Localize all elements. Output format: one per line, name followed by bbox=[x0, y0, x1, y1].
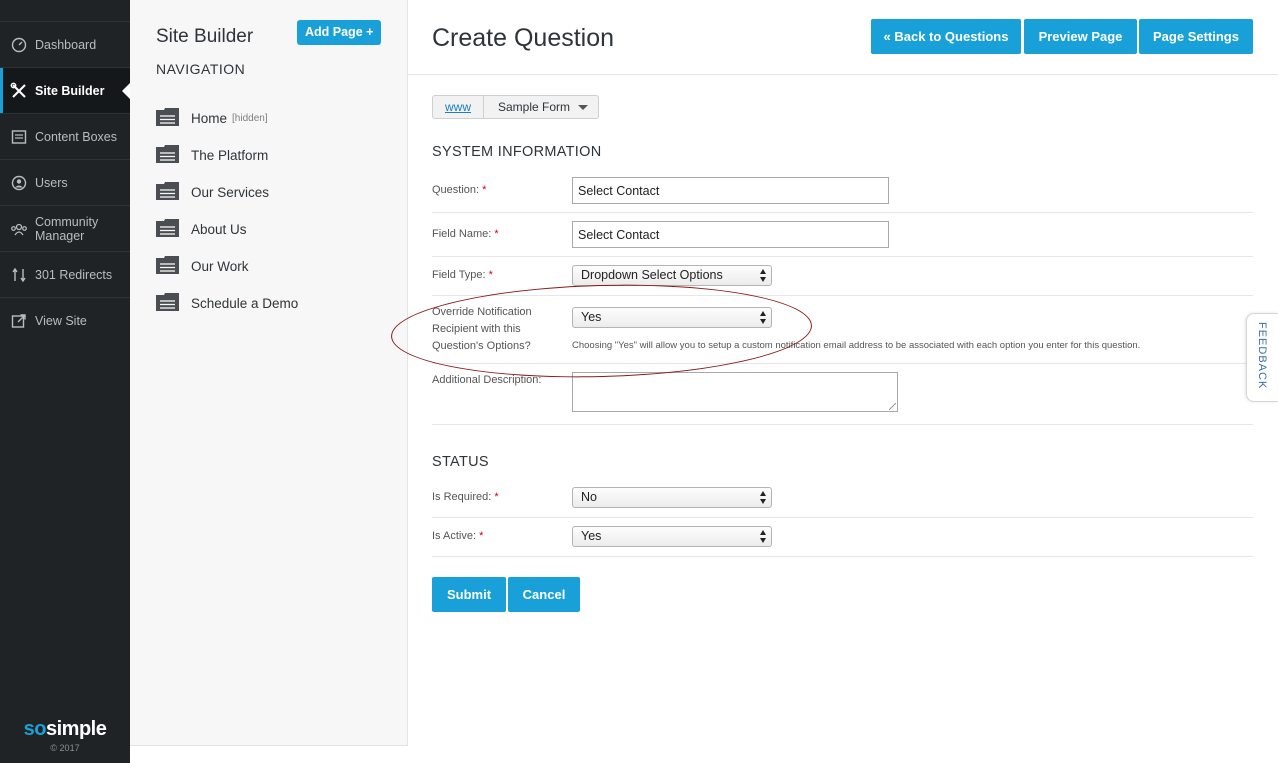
sosimple-logo[interactable]: sosimple bbox=[0, 718, 130, 741]
page-item-about-us[interactable]: About Us bbox=[156, 219, 298, 256]
row-divider bbox=[432, 212, 1253, 213]
override-notification-label: Override Notification Recipient with thi… bbox=[432, 306, 532, 352]
sidebar-item-label: View Site bbox=[35, 313, 87, 328]
breadcrumb-form-dropdown[interactable]: Sample Form bbox=[484, 100, 598, 114]
page-title: Create Question bbox=[432, 24, 615, 52]
folder-icon bbox=[156, 108, 179, 126]
main-sidebar: Dashboard Site Builder Content Boxes Use… bbox=[0, 0, 130, 763]
required-marker: * bbox=[488, 269, 493, 281]
is-active-label: Is Active: * bbox=[432, 530, 484, 542]
page-item-label: About Us bbox=[191, 222, 247, 237]
row-divider bbox=[432, 295, 1253, 296]
row-divider bbox=[432, 517, 1253, 518]
row-divider bbox=[432, 256, 1253, 257]
user-icon bbox=[10, 174, 28, 192]
question-input[interactable] bbox=[572, 177, 889, 204]
folder-icon bbox=[156, 145, 179, 163]
status-heading: STATUS bbox=[432, 454, 489, 470]
sidebar-item-label: Users bbox=[35, 175, 68, 190]
folder-icon bbox=[156, 293, 179, 311]
page-item-label: Our Services bbox=[191, 185, 270, 200]
is-required-label: Is Required: * bbox=[432, 491, 499, 503]
is-required-select[interactable]: No bbox=[572, 487, 772, 508]
page-item-our-services[interactable]: Our Services bbox=[156, 182, 298, 219]
main-content: Create Question « Back to Questions Prev… bbox=[389, 0, 1278, 763]
field-name-label: Field Name: * bbox=[432, 228, 499, 240]
caret-down-icon bbox=[578, 104, 589, 110]
folder-icon bbox=[156, 219, 179, 237]
select-arrows-icon bbox=[760, 491, 767, 504]
dashboard-icon bbox=[10, 36, 28, 54]
question-label: Question: * bbox=[432, 184, 487, 196]
override-help-text: Choosing "Yes" will allow you to setup a… bbox=[572, 340, 1141, 351]
sidebar-item-community-manager[interactable]: Community Manager bbox=[0, 205, 130, 251]
required-marker: * bbox=[494, 228, 499, 240]
sidebar-item-dashboard[interactable]: Dashboard bbox=[0, 21, 130, 67]
preview-page-button[interactable]: Preview Page bbox=[1024, 19, 1137, 54]
select-arrows-icon bbox=[760, 311, 767, 324]
navigation-heading: NAVIGATION bbox=[156, 61, 246, 77]
page-item-label: Home bbox=[191, 111, 228, 126]
field-name-input[interactable] bbox=[572, 221, 889, 248]
feedback-tab[interactable]: FEEDBACK bbox=[1246, 313, 1278, 402]
navigation-panel: Site Builder Add Page + NAVIGATION Home … bbox=[130, 0, 408, 746]
sidebar-item-label: Site Builder bbox=[35, 83, 105, 98]
sidebar-item-label: 301 Redirects bbox=[35, 267, 113, 282]
copyright-text: © 2017 bbox=[50, 743, 80, 753]
breadcrumb-root-link[interactable]: www bbox=[433, 96, 484, 118]
sidebar-item-view-site[interactable]: View Site bbox=[0, 297, 130, 343]
page-item-our-work[interactable]: Our Work bbox=[156, 256, 298, 293]
page-item-label: Schedule a Demo bbox=[191, 296, 299, 311]
brand-footer: sosimple © 2017 bbox=[0, 718, 130, 753]
additional-description-label: Additional Description: bbox=[432, 374, 542, 386]
folder-icon bbox=[156, 256, 179, 274]
select-arrows-icon bbox=[760, 269, 767, 282]
additional-description-textarea[interactable] bbox=[572, 372, 898, 412]
add-page-button[interactable]: Add Page + bbox=[297, 20, 382, 45]
sidebar-item-label: Dashboard bbox=[35, 37, 97, 52]
is-active-select[interactable]: Yes bbox=[572, 526, 772, 547]
sidebar-item-301-redirects[interactable]: 301 Redirects bbox=[0, 251, 130, 297]
field-type-select[interactable]: Dropdown Select Options bbox=[572, 265, 772, 286]
row-divider bbox=[432, 424, 1253, 425]
override-notification-select[interactable]: Yes bbox=[572, 307, 772, 328]
sidebar-item-content-boxes[interactable]: Content Boxes bbox=[0, 113, 130, 159]
folder-icon bbox=[156, 182, 179, 200]
page-item-label: The Platform bbox=[191, 148, 269, 163]
submit-button[interactable]: Submit bbox=[432, 577, 506, 612]
field-type-label: Field Type: * bbox=[432, 269, 493, 281]
back-to-questions-button[interactable]: « Back to Questions bbox=[871, 19, 1021, 54]
required-marker: * bbox=[482, 184, 487, 196]
required-marker: * bbox=[494, 491, 499, 503]
row-divider bbox=[432, 556, 1253, 557]
sidebar-item-users[interactable]: Users bbox=[0, 159, 130, 205]
panel-title: Site Builder bbox=[156, 26, 254, 47]
content-box-icon bbox=[10, 128, 28, 146]
sidebar-item-label: Community Manager bbox=[35, 214, 99, 243]
cancel-button[interactable]: Cancel bbox=[508, 577, 580, 612]
page-item-the-platform[interactable]: The Platform bbox=[156, 145, 298, 182]
page-item-home[interactable]: Home [hidden] bbox=[156, 108, 298, 145]
required-marker: * bbox=[479, 530, 484, 542]
external-link-icon bbox=[10, 312, 28, 330]
community-icon bbox=[10, 220, 28, 238]
sidebar-item-site-builder[interactable]: Site Builder bbox=[0, 67, 130, 113]
page-item-schedule-a-demo[interactable]: Schedule a Demo bbox=[156, 293, 298, 330]
redirect-icon bbox=[10, 266, 28, 284]
hidden-tag: [hidden] bbox=[232, 113, 268, 124]
page-header: Create Question « Back to Questions Prev… bbox=[408, 0, 1278, 75]
system-information-heading: SYSTEM INFORMATION bbox=[432, 144, 602, 160]
page-item-label: Our Work bbox=[191, 259, 249, 274]
tools-icon bbox=[10, 82, 28, 100]
breadcrumb: www Sample Form bbox=[432, 95, 600, 119]
page-settings-button[interactable]: Page Settings bbox=[1139, 19, 1253, 54]
row-divider bbox=[432, 363, 1253, 364]
sidebar-item-label: Content Boxes bbox=[35, 129, 117, 144]
page-list: Home [hidden] The Platform Our Services … bbox=[156, 108, 298, 330]
select-arrows-icon bbox=[760, 530, 767, 543]
